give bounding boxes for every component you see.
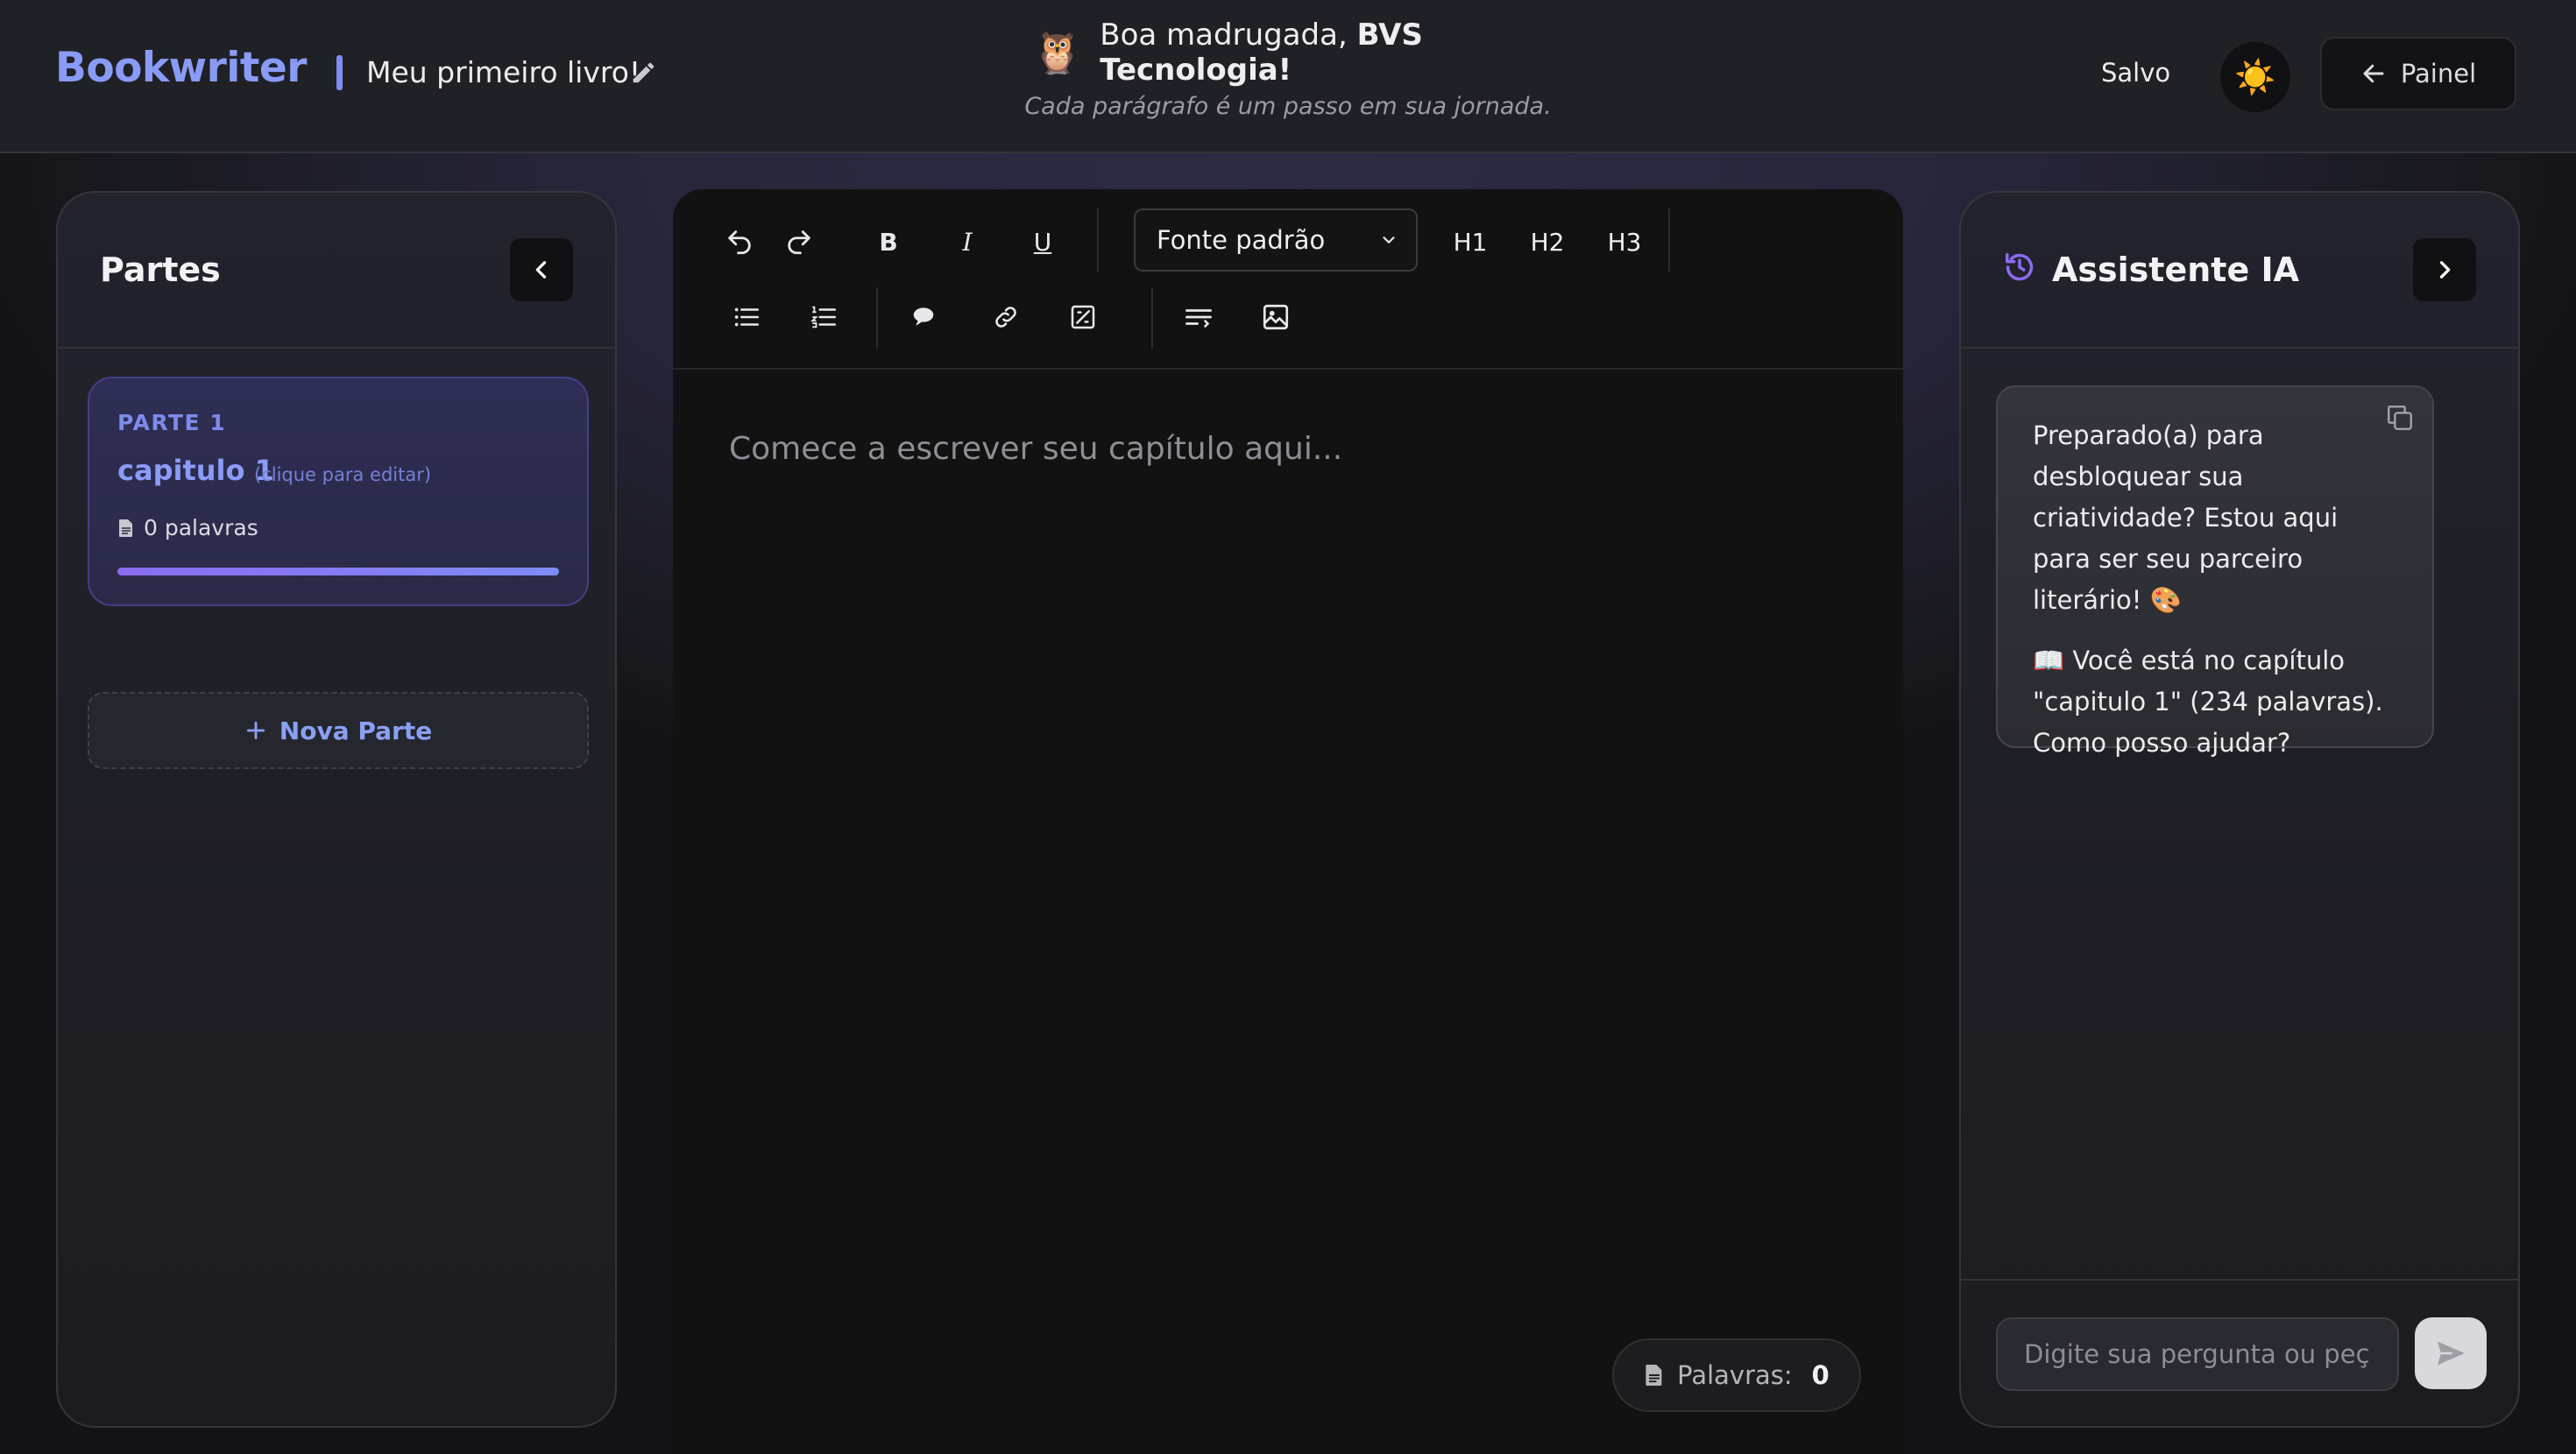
assistant-panel-divider <box>1961 347 2518 349</box>
sun-icon: ☀️ <box>2234 57 2276 96</box>
comment-icon <box>910 304 937 330</box>
book-title[interactable]: Meu primeiro livro! <box>366 55 640 89</box>
toolbar-divider <box>1151 287 1153 349</box>
redo-icon <box>784 227 814 257</box>
chapter-word-count: 0 palavras <box>117 515 258 540</box>
theme-toggle-button[interactable]: ☀️ <box>2220 42 2290 112</box>
chevron-down-icon <box>1379 230 1398 250</box>
toolbar-divider-line <box>673 368 1903 370</box>
save-status: Salvo <box>2101 58 2171 88</box>
send-icon <box>2434 1337 2467 1370</box>
word-count-value: 0 <box>1811 1360 1829 1390</box>
font-select-value: Fonte padrão <box>1157 225 1326 255</box>
assistant-input-divider <box>1961 1279 2518 1281</box>
link-button[interactable] <box>985 296 1027 338</box>
underline-button[interactable]: U <box>1022 221 1064 263</box>
brand-logo[interactable]: Bookwriter <box>55 44 307 92</box>
top-header: Bookwriter Meu primeiro livro! 🦉 Boa mad… <box>0 0 2576 153</box>
text-wrap-button[interactable] <box>1178 296 1220 338</box>
font-select[interactable]: Fonte padrão <box>1134 208 1418 272</box>
bullet-list-button[interactable] <box>725 296 768 338</box>
bold-button[interactable]: B <box>867 221 909 263</box>
assistant-input[interactable] <box>1996 1317 2399 1391</box>
undo-button[interactable] <box>718 221 761 263</box>
chevron-left-icon <box>529 258 554 282</box>
image-icon <box>1261 302 1291 332</box>
heading-3-button[interactable]: H3 <box>1598 221 1651 263</box>
toolbar-divider <box>876 287 878 349</box>
redo-button[interactable] <box>778 221 820 263</box>
collapse-parts-button[interactable] <box>510 238 573 301</box>
chevron-right-icon <box>2432 258 2457 282</box>
editor-word-count: Palavras: 0 <box>1612 1338 1861 1412</box>
file-icon <box>117 519 135 538</box>
chapter-edit-hint: (clique para editar) <box>254 464 432 485</box>
brand-divider <box>336 55 343 90</box>
chapter-word-count-text: 0 palavras <box>144 515 258 540</box>
new-part-button[interactable]: Nova Parte <box>88 692 589 769</box>
part-card[interactable]: PARTE 1 capitulo 1 (clique para editar) … <box>88 377 589 606</box>
send-button[interactable] <box>2415 1317 2487 1389</box>
assistant-message: Preparado(a) para desbloquear sua criati… <box>1996 385 2434 758</box>
chapter-editor: B I U Fonte padrão H1 H2 H3 Comece a esc… <box>673 189 1903 1454</box>
numbered-list-button[interactable] <box>803 296 845 338</box>
assistant-message-text: Preparado(a) para desbloquear sua criati… <box>2033 420 2339 615</box>
image-edit-button[interactable] <box>1062 296 1104 338</box>
part-label: PARTE 1 <box>117 410 227 435</box>
plus-icon <box>244 719 267 742</box>
assistant-title: Assistente IA <box>2052 251 2299 289</box>
link-icon <box>992 303 1020 331</box>
chapter-name[interactable]: capitulo 1 <box>117 454 274 487</box>
assistant-message-text: 📖 Você está no capítulo "capitulo 1" (23… <box>2033 646 2383 758</box>
collapse-assistant-button[interactable] <box>2413 238 2476 301</box>
greeting-prefix: Boa madrugada, <box>1100 18 1357 53</box>
dashboard-button-label: Painel <box>2400 59 2477 88</box>
owl-emoji: 🦉 <box>1032 29 1083 76</box>
pencil-icon[interactable] <box>631 60 657 86</box>
parts-panel: Partes PARTE 1 capitulo 1 (clique para e… <box>56 191 617 1428</box>
heading-1-button[interactable]: H1 <box>1444 221 1497 263</box>
editor-placeholder[interactable]: Comece a escrever seu capítulo aqui... <box>729 431 1342 467</box>
chapter-progress-bar <box>117 568 559 575</box>
word-count-label: Palavras: <box>1677 1360 1793 1390</box>
bullet-list-icon <box>732 302 761 332</box>
assistant-panel: Assistente IA Preparado(a) para desbloqu… <box>1959 191 2520 1428</box>
toolbar-divider <box>1097 208 1099 272</box>
undo-icon <box>725 227 754 257</box>
comment-button[interactable] <box>902 296 945 338</box>
greeting: 🦉 Boa madrugada, BVS Tecnologia! <box>1032 18 1558 88</box>
parts-panel-divider <box>58 347 615 349</box>
copy-icon[interactable] <box>2385 403 2415 433</box>
file-icon <box>1644 1363 1665 1387</box>
dashboard-button[interactable]: Painel <box>2320 37 2516 110</box>
image-edit-icon <box>1069 303 1097 331</box>
new-part-label: Nova Parte <box>279 716 433 745</box>
insert-image-button[interactable] <box>1255 296 1297 338</box>
toolbar-divider <box>1668 208 1670 272</box>
greeting-text: Boa madrugada, BVS Tecnologia! <box>1100 18 1558 88</box>
numbered-list-icon <box>809 302 839 332</box>
arrow-left-icon <box>2360 60 2387 87</box>
greeting-subtitle: Cada parágrafo é um passo em sua jornada… <box>1024 93 1552 120</box>
italic-button[interactable]: I <box>946 221 988 263</box>
history-icon <box>2003 251 2036 284</box>
heading-2-button[interactable]: H2 <box>1521 221 1574 263</box>
parts-panel-title: Partes <box>100 251 221 289</box>
text-wrap-icon <box>1183 301 1214 333</box>
